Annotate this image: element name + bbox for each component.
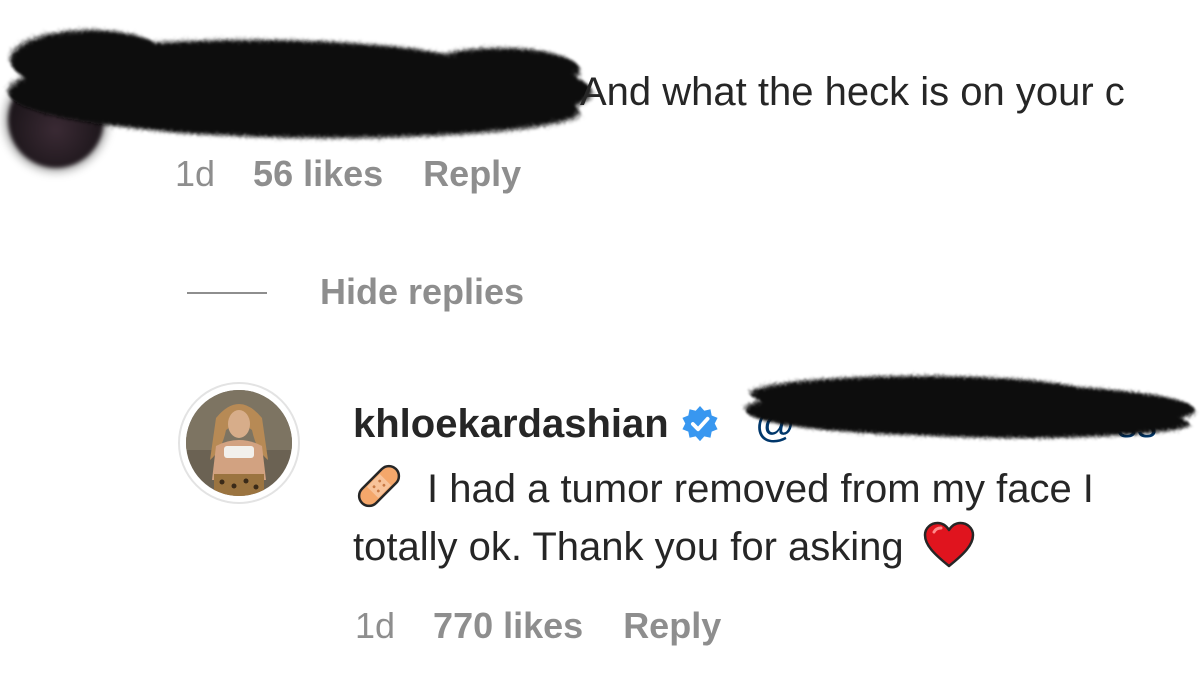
avatar-photo bbox=[186, 390, 292, 496]
reply-text-line-2: totally ok. Thank you for asking bbox=[353, 520, 976, 573]
comment-meta: 1d 56 likes Reply bbox=[175, 152, 521, 196]
comment-text: And what the heck is on your c bbox=[580, 70, 1125, 114]
reply-reply-button[interactable]: Reply bbox=[623, 605, 721, 646]
reply-text-line-1: I had a tumor removed from my face I bbox=[353, 460, 1094, 515]
reply-meta: 1d 770 likes Reply bbox=[355, 604, 721, 648]
reply-text-2: totally ok. Thank you for asking bbox=[353, 525, 904, 569]
instagram-comment-thread: ss And what the heck is on your c 1d56 l… bbox=[0, 0, 1200, 675]
mention-redaction-scribble bbox=[745, 376, 1195, 438]
reply-avatar[interactable] bbox=[178, 382, 300, 504]
reply-header: khloekardashian bbox=[353, 400, 719, 450]
comment-likes-count[interactable]: 56 likes bbox=[253, 153, 383, 194]
red-heart-emoji-icon bbox=[923, 521, 974, 568]
comment-time[interactable]: 1d bbox=[175, 153, 215, 194]
verified-badge-icon bbox=[682, 405, 718, 442]
reply-likes-count[interactable]: 770 likes bbox=[433, 605, 583, 646]
hide-replies-button[interactable]: Hide replies bbox=[320, 270, 524, 314]
hide-replies-divider bbox=[187, 292, 267, 294]
reply-username[interactable]: khloekardashian bbox=[353, 402, 669, 446]
comment-reply-button[interactable]: Reply bbox=[423, 153, 521, 194]
bandage-emoji-icon bbox=[357, 464, 401, 508]
reply-time[interactable]: 1d bbox=[355, 605, 395, 646]
reply-text-1: I had a tumor removed from my face I bbox=[427, 467, 1094, 511]
